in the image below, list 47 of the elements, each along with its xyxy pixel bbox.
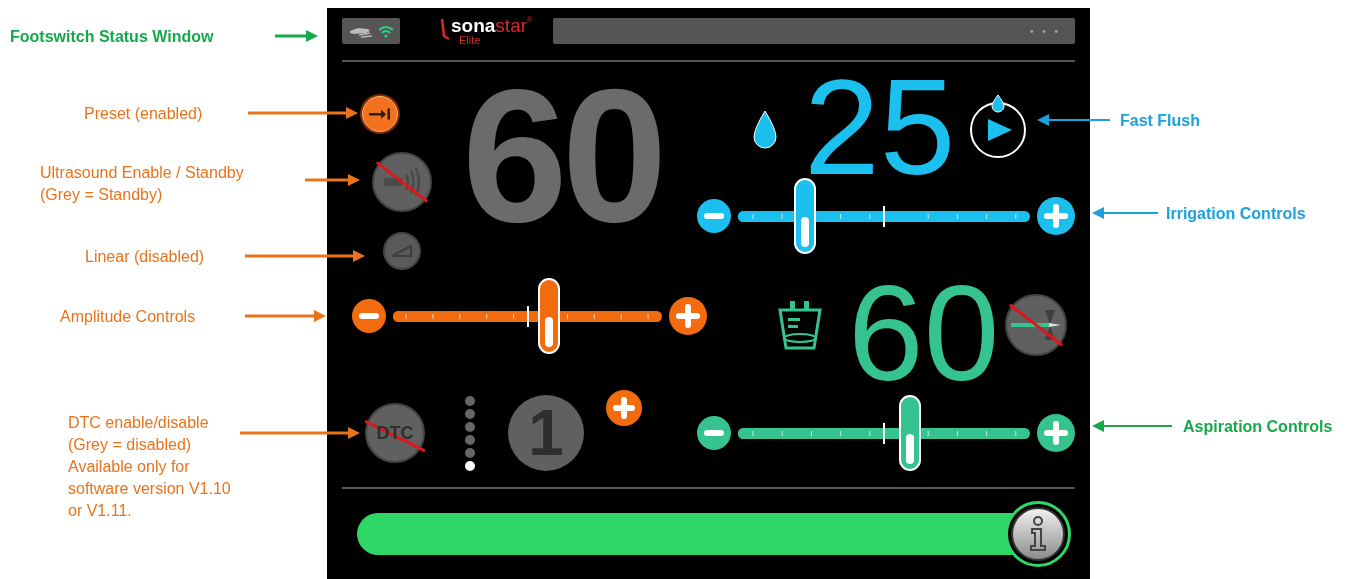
linear-button[interactable] — [383, 232, 421, 270]
callout-label: Footswitch Status Window — [10, 27, 214, 47]
plus-icon — [1044, 421, 1068, 445]
increase-button[interactable] — [669, 297, 707, 335]
swoosh-icon — [440, 18, 450, 40]
decrease-button[interactable] — [697, 199, 731, 233]
irrigation-value: 25 — [804, 59, 956, 179]
center-mark — [883, 422, 885, 444]
decrease-button[interactable] — [352, 299, 386, 333]
increase-button[interactable] — [1037, 414, 1075, 452]
logo-text: sona — [451, 16, 496, 35]
preset-button[interactable] — [362, 96, 398, 132]
water-drop-icon — [750, 109, 780, 149]
decrease-button[interactable] — [697, 416, 731, 450]
info-icon — [1010, 506, 1066, 562]
ultrasound-button[interactable] — [372, 152, 432, 212]
plus-icon — [676, 304, 700, 328]
callout-label: Preset (enabled) — [84, 104, 203, 124]
callout-label: Ultrasound Enable / Standby (Grey = Standby) — [40, 163, 244, 205]
logo-subtitle: Elite — [459, 35, 481, 46]
callout-arrow — [1092, 206, 1158, 220]
callout-label: Amplitude Controls — [60, 307, 196, 327]
slider-thumb[interactable] — [538, 278, 560, 354]
plus-icon — [1044, 204, 1068, 228]
increase-button[interactable] — [1037, 197, 1075, 235]
menu-dots[interactable]: • • • — [1029, 23, 1061, 39]
minus-icon — [704, 213, 724, 219]
callout-label: Linear (disabled) — [85, 247, 205, 267]
amplitude-value: 60 — [462, 60, 662, 250]
callout-label: DTC enable/disable (Grey = disabled) Available only for software version V1.10 or V1.11. — [68, 413, 231, 521]
arrow-to-bar-icon — [369, 108, 391, 120]
slider-thumb[interactable] — [794, 178, 817, 254]
aspiration-value: 60 — [848, 264, 1000, 385]
center-mark — [883, 205, 885, 227]
center-mark — [526, 305, 529, 327]
callout-arrow — [275, 29, 318, 43]
callout-label: Aspiration Controls — [1183, 417, 1333, 437]
logo-text: star — [495, 16, 528, 35]
callout-label: Fast Flush — [1120, 111, 1200, 131]
plus-icon — [613, 397, 635, 419]
ramp-icon — [391, 244, 413, 258]
minus-icon — [359, 313, 379, 319]
minus-icon — [704, 430, 724, 436]
callout-arrow — [305, 173, 360, 187]
increase-button[interactable] — [606, 390, 642, 426]
slider-thumb[interactable] — [899, 395, 922, 471]
callout-label: Irrigation Controls — [1166, 204, 1306, 224]
